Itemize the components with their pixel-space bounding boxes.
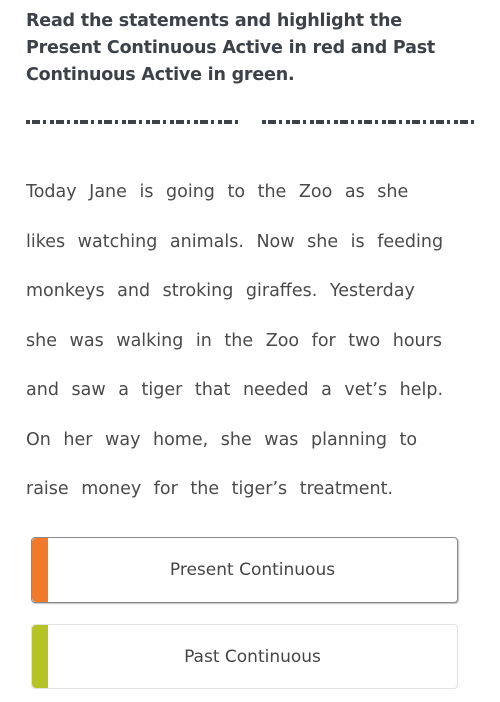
passage-line[interactable]: likes watching animals. Now she is feedi… [26, 218, 476, 268]
passage-line[interactable]: Today Jane is going to the Zoo as she [26, 168, 476, 218]
past-continuous-label: Past Continuous [184, 646, 321, 667]
passage-line[interactable]: raise money for the tiger’s treatment. [26, 465, 476, 515]
present-continuous-button[interactable]: Present Continuous [31, 537, 458, 603]
passage-line[interactable]: monkeys and stroking giraffes. Yesterday [26, 267, 476, 317]
present-continuous-color-swatch [32, 538, 48, 602]
past-continuous-button[interactable]: Past Continuous [31, 624, 458, 689]
divider-segment-left [26, 120, 238, 124]
divider-segment-right [262, 120, 474, 124]
passage-line[interactable]: On her way home, she was planning to [26, 416, 476, 466]
passage-line[interactable]: and saw a tiger that needed a vet’s help… [26, 366, 476, 416]
past-continuous-color-swatch [32, 625, 48, 688]
instruction-title: Read the statements and highlight the Pr… [26, 11, 436, 85]
passage-line[interactable]: she was walking in the Zoo for two hours [26, 317, 476, 367]
reading-passage[interactable]: Today Jane is going to the Zoo as she li… [26, 168, 476, 515]
present-continuous-label: Present Continuous [169, 560, 336, 580]
text-divider [26, 119, 474, 125]
